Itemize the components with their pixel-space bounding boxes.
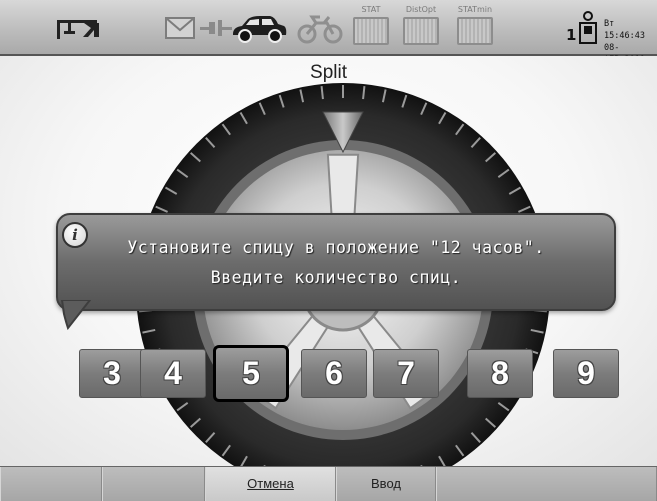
- motorbike-icon-graphic: [297, 15, 343, 44]
- tread-mark: [362, 86, 366, 100]
- distopt-tile-icon: [403, 17, 439, 45]
- car-icon[interactable]: [228, 10, 290, 46]
- mail-icon-graphic: [165, 17, 195, 39]
- app-screen: STAT DistOpt STATmin 1 Вт 15:46:43 08-ФЕ…: [0, 0, 657, 501]
- spoke-count-button-6[interactable]: 6: [301, 349, 367, 398]
- spoke-count-button-3[interactable]: 3: [79, 349, 145, 398]
- car-icon-graphic: [233, 16, 287, 43]
- info-dialog: [56, 213, 616, 311]
- stat-label: STAT: [361, 5, 381, 14]
- toolbar-slot-2[interactable]: [102, 467, 205, 501]
- status-bar: STAT DistOpt STATmin 1 Вт 15:46:43 08-ФЕ…: [0, 0, 657, 65]
- statmin-tile-icon: [457, 17, 493, 45]
- toolbar-slot-5[interactable]: [436, 467, 657, 501]
- statmin-label: STATmin: [457, 5, 493, 14]
- mail-icon[interactable]: [163, 10, 197, 46]
- machine-home-icon[interactable]: [54, 10, 104, 46]
- dialog-tail-icon: [60, 300, 92, 330]
- operator-icon[interactable]: [577, 10, 599, 46]
- stat-button[interactable]: STAT: [349, 5, 393, 51]
- statmin-button[interactable]: STATmin: [453, 5, 497, 51]
- stat-tile-icon: [353, 17, 389, 45]
- user-count: 1: [566, 26, 577, 44]
- distopt-label: DistOpt: [405, 5, 437, 14]
- cancel-button-label: Отмена: [247, 476, 294, 491]
- spoke-count-button-4[interactable]: 4: [140, 349, 206, 398]
- spoke-count-button-7[interactable]: 7: [373, 349, 439, 398]
- dialog-message-line2: Введите количество спиц.: [210, 268, 462, 287]
- dialog-message-line1: Установите спицу в положение "12 часов".: [127, 238, 545, 257]
- motorbike-icon[interactable]: [295, 10, 345, 46]
- operator-icon-graphic: [579, 11, 597, 44]
- clock-time: Вт 15:46:43: [604, 19, 645, 41]
- spoke-count-button-9[interactable]: 9: [553, 349, 619, 398]
- enter-button-label: Ввод: [371, 476, 401, 491]
- toolbar-slot-1[interactable]: [0, 467, 102, 501]
- distopt-button[interactable]: DistOpt: [399, 5, 443, 51]
- machine-home-icon-graphic: [57, 20, 99, 39]
- bottom-toolbar: Отмена Ввод: [0, 466, 657, 501]
- screen-title: Split: [310, 62, 347, 83]
- spoke-count-button-8[interactable]: 8: [467, 349, 533, 398]
- tread-mark: [320, 86, 324, 100]
- spoke-count-button-5[interactable]: 5: [213, 345, 289, 402]
